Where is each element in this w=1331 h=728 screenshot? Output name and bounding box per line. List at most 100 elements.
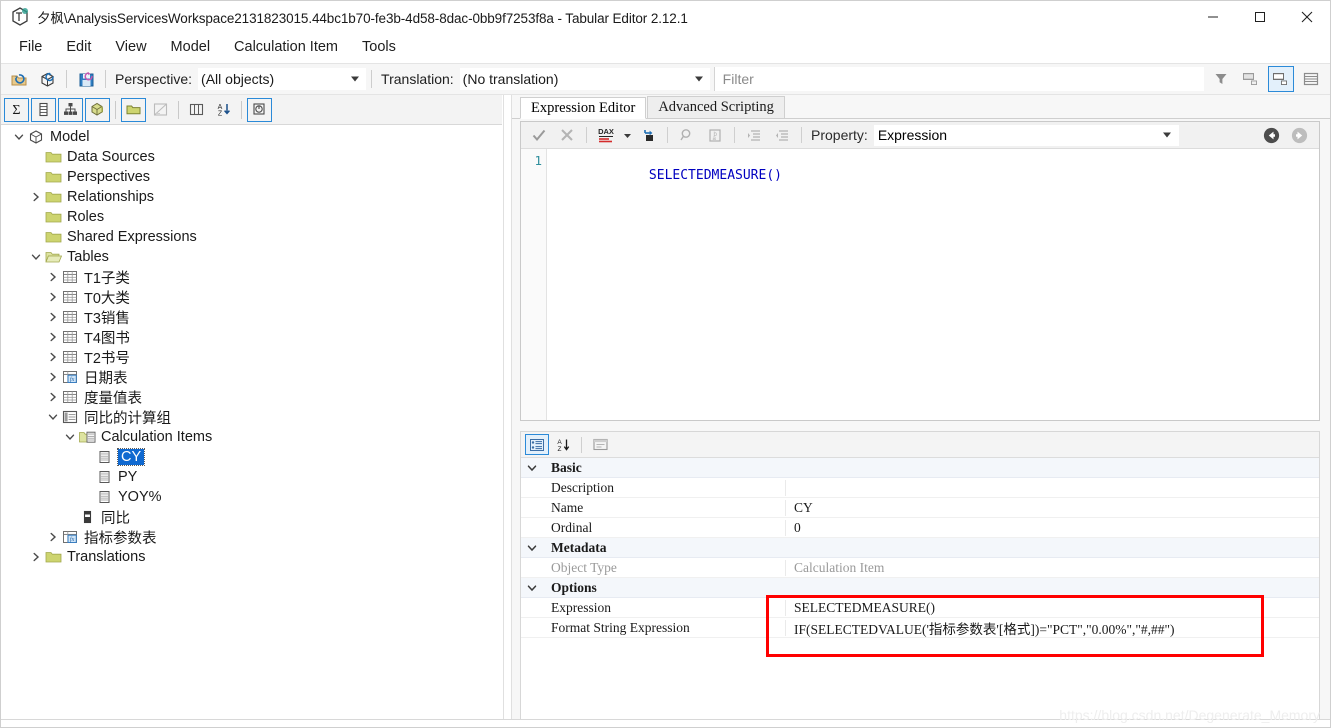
chevron-right-icon[interactable]: [45, 529, 61, 545]
tree-node-t1zilei[interactable]: T1子类: [1, 267, 502, 287]
new-calculated-table-icon[interactable]: [148, 98, 173, 122]
tree-node-data-sources[interactable]: Data Sources: [1, 147, 502, 167]
chevron-right-icon[interactable]: [45, 349, 61, 365]
tree-node-ci-py[interactable]: PY: [1, 467, 502, 487]
new-calculation-group-icon[interactable]: [85, 97, 110, 122]
tree-node-col-tongbi[interactable]: 同比: [1, 507, 502, 527]
tree-node-tongbi-calc-group[interactable]: 同比的计算组: [1, 407, 502, 427]
chevron-down-icon[interactable]: [11, 129, 27, 145]
tree-node-model[interactable]: Model: [1, 127, 502, 147]
show-all-columns-icon[interactable]: [1298, 66, 1324, 92]
categorized-view-icon[interactable]: [525, 434, 549, 455]
translation-combo[interactable]: (No translation): [459, 68, 710, 90]
close-button[interactable]: [1283, 1, 1330, 32]
chevron-right-icon[interactable]: [28, 189, 44, 205]
new-table-icon[interactable]: [121, 97, 146, 122]
vertical-splitter[interactable]: [503, 95, 512, 719]
show-display-folders-icon[interactable]: [1268, 66, 1294, 92]
chevron-right-icon[interactable]: [45, 389, 61, 405]
replace-icon[interactable]: [635, 124, 661, 146]
tree-node-ci-yoy[interactable]: YOY%: [1, 487, 502, 507]
tree-node-roles[interactable]: Roles: [1, 207, 502, 227]
open-folder-icon[interactable]: [6, 66, 32, 92]
tree-node-translations[interactable]: Translations: [1, 547, 502, 567]
chevron-down-icon[interactable]: [521, 463, 543, 473]
minimize-button[interactable]: [1189, 1, 1236, 32]
object-explorer-tree[interactable]: Model Data Sources Perspectives Relationshi…: [1, 125, 502, 719]
property-pages-icon[interactable]: [588, 434, 612, 455]
tab-expression-editor[interactable]: Expression Editor: [520, 97, 647, 119]
chevron-down-icon[interactable]: [62, 429, 78, 445]
tree-node-calculation-items[interactable]: Calculation Items: [1, 427, 502, 447]
chevron-right-icon[interactable]: [45, 269, 61, 285]
tree-node-zhibiaocanshu[interactable]: fx 指标参数表: [1, 527, 502, 547]
perspective-combo[interactable]: (All objects): [198, 68, 367, 90]
property-row[interactable]: Format String Expression IF(SELECTEDVALUE…: [521, 618, 1319, 638]
navigate-back-icon[interactable]: [1258, 124, 1284, 146]
menu-edit[interactable]: Edit: [54, 34, 103, 60]
best-practice-analyzer-icon[interactable]: [247, 97, 272, 122]
tree-node-t4tushu[interactable]: T4图书: [1, 327, 502, 347]
property-value[interactable]: CY: [786, 500, 1319, 516]
property-row[interactable]: Expression SELECTEDMEASURE(): [521, 598, 1319, 618]
sort-az-icon[interactable]: A Z: [211, 98, 236, 122]
new-measure-icon[interactable]: Σ: [4, 97, 29, 122]
save-icon[interactable]: [73, 66, 99, 92]
filter-funnel-icon[interactable]: [1208, 66, 1234, 92]
chevron-down-icon[interactable]: [521, 543, 543, 553]
chevron-right-icon[interactable]: [45, 329, 61, 345]
filter-input[interactable]: Filter: [713, 67, 1204, 91]
refresh-model-icon[interactable]: [34, 66, 60, 92]
property-value[interactable]: IF(SELECTEDVALUE('指标参数表'[格式])="PCT","0.0…: [786, 618, 1319, 638]
cancel-x-icon[interactable]: [554, 124, 580, 146]
tree-node-perspectives[interactable]: Perspectives: [1, 167, 502, 187]
property-value[interactable]: SELECTEDMEASURE(): [786, 600, 1319, 616]
tree-node-tables[interactable]: Tables: [1, 247, 502, 267]
tree-node-riqibiao[interactable]: fx 日期表: [1, 367, 502, 387]
chevron-right-icon[interactable]: [45, 309, 61, 325]
tree-node-duliangzhibiao[interactable]: 度量值表: [1, 387, 502, 407]
columns-view-icon[interactable]: [184, 98, 209, 122]
tab-advanced-scripting[interactable]: Advanced Scripting: [647, 96, 785, 118]
chevron-down-icon[interactable]: [28, 249, 44, 265]
new-hierarchy-icon[interactable]: [58, 97, 83, 122]
dax-format-dropdown-icon[interactable]: [621, 124, 633, 146]
property-grid[interactable]: Basic Description Name CY Ordinal 0 Metadata Ob…: [521, 458, 1319, 719]
menu-tools[interactable]: Tools: [350, 34, 408, 60]
navigate-forward-icon[interactable]: [1286, 124, 1312, 146]
chevron-right-icon[interactable]: [45, 289, 61, 305]
code-text-area[interactable]: SELECTEDMEASURE(): [547, 149, 1319, 420]
dax-format-icon[interactable]: DAX: [593, 124, 619, 146]
menu-view[interactable]: View: [103, 34, 158, 60]
tree-node-ci-cy[interactable]: CY: [1, 447, 502, 467]
decrease-indent-icon[interactable]: [769, 124, 795, 146]
property-row[interactable]: Name CY: [521, 498, 1319, 518]
menu-calculation-item[interactable]: Calculation Item: [222, 34, 350, 60]
chevron-right-icon[interactable]: [28, 549, 44, 565]
increase-indent-icon[interactable]: [741, 124, 767, 146]
find-magnifier-icon[interactable]: [674, 124, 700, 146]
menu-model[interactable]: Model: [159, 34, 223, 60]
tree-node-t0dalei[interactable]: T0大类: [1, 287, 502, 307]
alphabetical-sort-icon[interactable]: A Z: [551, 434, 575, 455]
property-category-row[interactable]: Metadata: [521, 538, 1319, 558]
property-row[interactable]: Description: [521, 478, 1319, 498]
code-editor[interactable]: 1 SELECTEDMEASURE(): [521, 149, 1319, 420]
show-hidden-objects-icon[interactable]: [1238, 66, 1264, 92]
property-row[interactable]: Ordinal 0: [521, 518, 1319, 538]
property-category-row[interactable]: Options: [521, 578, 1319, 598]
accept-check-icon[interactable]: [526, 124, 552, 146]
tree-node-t2shuhao[interactable]: T2书号: [1, 347, 502, 367]
property-row[interactable]: Object Type Calculation Item: [521, 558, 1319, 578]
maximize-button[interactable]: [1236, 1, 1283, 32]
property-value[interactable]: Calculation Item: [786, 560, 1319, 576]
chevron-right-icon[interactable]: [45, 369, 61, 385]
property-combo[interactable]: Expression: [873, 124, 1179, 146]
property-value[interactable]: 0: [786, 520, 1319, 536]
goto-definition-icon[interactable]: b a: [702, 124, 728, 146]
tree-node-shared-expressions[interactable]: Shared Expressions: [1, 227, 502, 247]
tree-node-t3xiaoshou[interactable]: T3销售: [1, 307, 502, 327]
new-column-icon[interactable]: [31, 97, 56, 122]
tree-node-relationships[interactable]: Relationships: [1, 187, 502, 207]
chevron-down-icon[interactable]: [521, 583, 543, 593]
